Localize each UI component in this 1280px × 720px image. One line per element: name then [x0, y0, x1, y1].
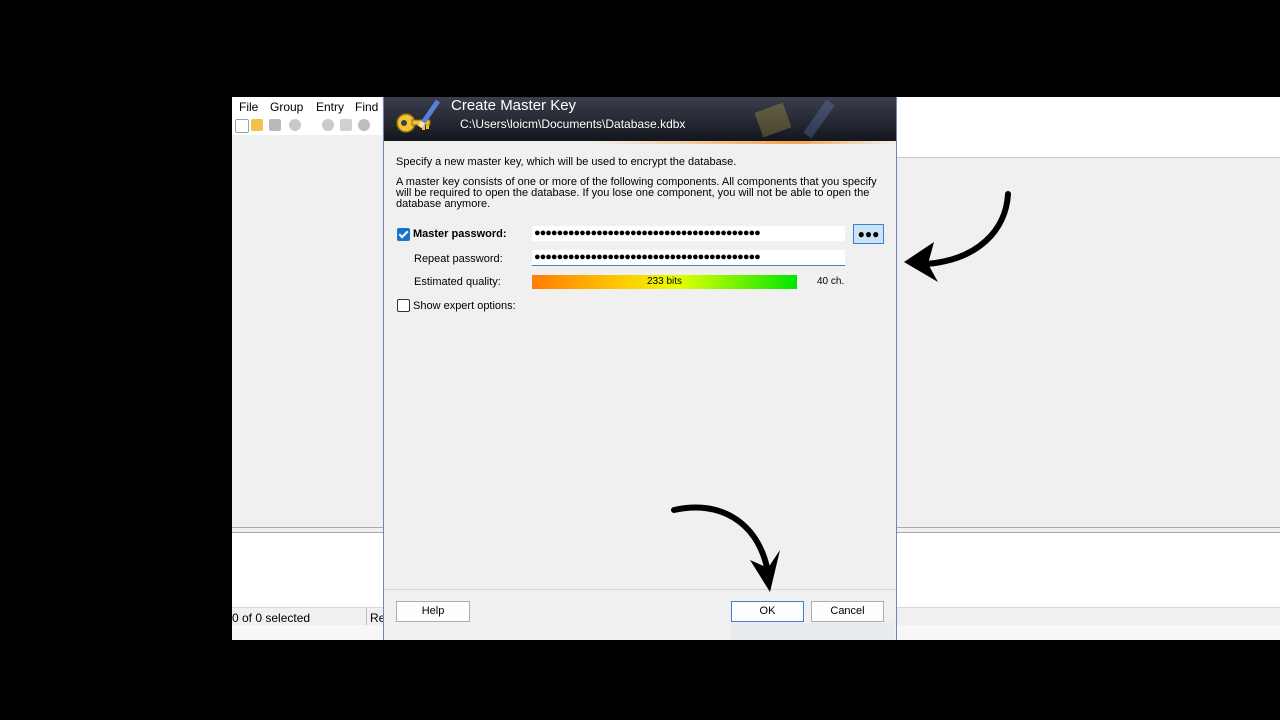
copy-icon[interactable] [340, 119, 352, 131]
add-entry-icon[interactable] [289, 119, 301, 131]
status-selected-count: 0 of 0 selected [232, 611, 311, 625]
open-folder-icon[interactable] [251, 119, 263, 131]
menu-bar: File Group Entry Find [232, 97, 382, 117]
footer-separator [384, 589, 896, 590]
entry-list-header [896, 97, 1280, 158]
master-password-label: Master password: [413, 228, 507, 240]
create-master-key-dialog: Create Master Key C:\Users\loicm\Documen… [383, 97, 897, 640]
ok-button[interactable]: OK [731, 601, 804, 622]
annotation-arrow-down-icon [671, 504, 780, 592]
dialog-banner: Create Master Key C:\Users\loicm\Documen… [384, 97, 896, 141]
menu-file[interactable]: File [239, 100, 258, 114]
repeat-password-input[interactable]: ●●●●●●●●●●●●●●●●●●●●●●●●●●●●●●●●●●●●●●●● [532, 250, 845, 266]
database-path: C:\Users\loicm\Documents\Database.kdbx [460, 117, 686, 131]
master-password-checkbox[interactable] [397, 228, 410, 241]
menu-group[interactable]: Group [270, 100, 303, 114]
save-icon[interactable] [269, 119, 281, 131]
menu-entry[interactable]: Entry [316, 100, 344, 114]
password-length-text: 40 ch. [817, 276, 845, 287]
quality-progress-bar: 233 bits [532, 275, 797, 289]
repeat-password-label: Repeat password: [414, 253, 503, 265]
expert-options-label: Show expert options: [413, 300, 516, 312]
quality-label: Estimated quality: [414, 276, 501, 288]
expert-options-checkbox[interactable] [397, 299, 410, 312]
annotation-arrow-right-icon [904, 191, 1011, 282]
banner-accent-line [384, 141, 896, 144]
user-icon[interactable] [322, 119, 334, 131]
show-password-toggle-button[interactable]: ●●● [853, 224, 884, 244]
globe-icon[interactable] [358, 119, 370, 131]
key-pencil-icon [396, 99, 441, 133]
cancel-button[interactable]: Cancel [811, 601, 884, 622]
quality-bits-text: 233 bits [646, 276, 683, 287]
dialog-title: Create Master Key [451, 97, 577, 114]
status-separator [366, 608, 367, 626]
banner-background-art [754, 99, 835, 139]
master-password-input[interactable]: ●●●●●●●●●●●●●●●●●●●●●●●●●●●●●●●●●●●●●●●● [532, 226, 845, 241]
intro-text: Specify a new master key, which will be … [396, 156, 737, 168]
help-button[interactable]: Help [396, 601, 470, 622]
toolbar [232, 117, 382, 135]
description-text: A master key consists of one or more of … [396, 176, 877, 210]
menu-find[interactable]: Find [355, 100, 378, 114]
dialog-bottom-strip [731, 623, 895, 640]
new-database-icon[interactable] [235, 119, 249, 133]
